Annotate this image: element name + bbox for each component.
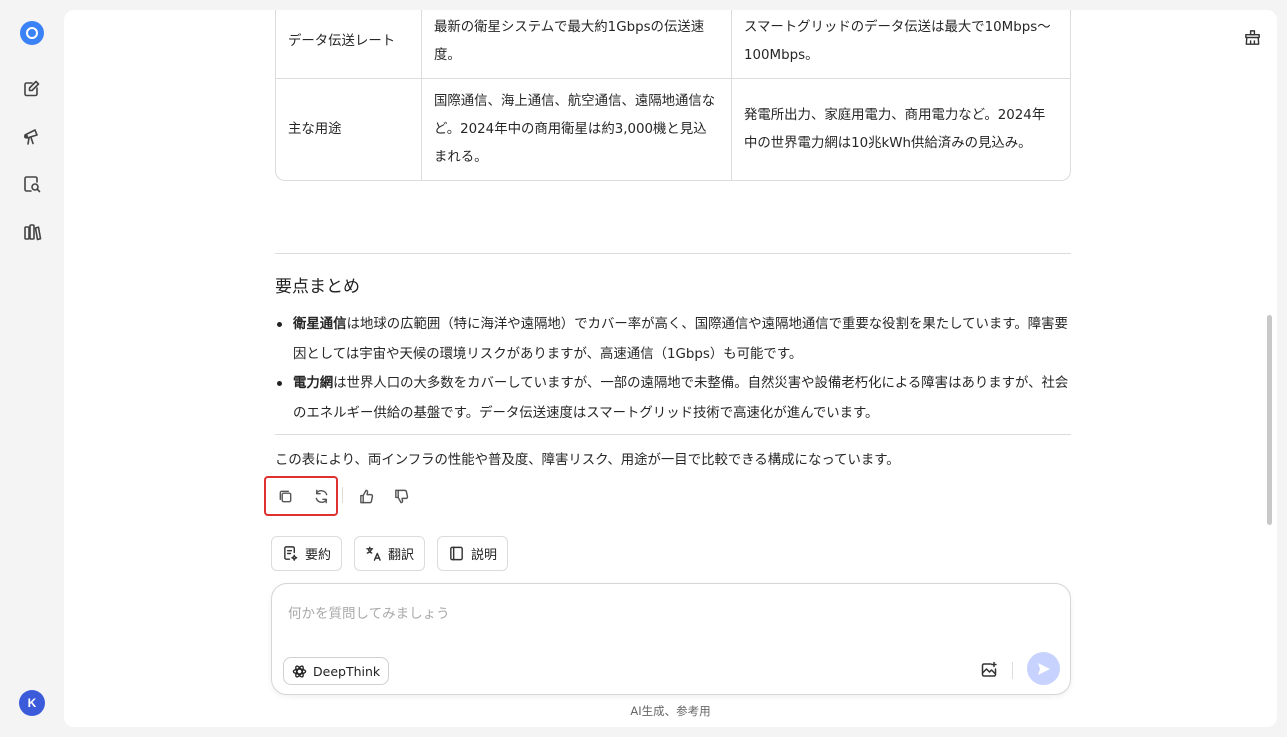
send-icon — [1037, 662, 1050, 675]
table-cell: 発電所出力、家庭用電力、商用電力など。2024年中の世界電力網は10兆kWh供給… — [732, 78, 1070, 180]
point-text: は世界人口の大多数をカバーしていますが、一部の遠隔地で未整備。自然災害や設備老朽… — [293, 376, 1069, 421]
chat-input[interactable] — [288, 602, 1048, 632]
conclusion-text: この表により、両インフラの性能や普及度、障害リスク、用途が一目で比較できる構成に… — [275, 453, 900, 468]
point-title: 衛星通信 — [293, 317, 347, 332]
new-chat-icon[interactable] — [18, 74, 46, 102]
table-cell: データ伝送レート — [276, 10, 422, 78]
deepthink-label: DeepThink — [313, 663, 381, 679]
table-cell: スマートグリッドのデータ伝送は最大で10Mbps～100Mbps。 — [732, 10, 1070, 78]
library-icon[interactable] — [18, 218, 46, 246]
book-icon — [450, 546, 463, 561]
copy-icon[interactable] — [273, 484, 297, 508]
section-heading: 要点まとめ — [275, 277, 360, 297]
summary-list: 衛星通信は地球の広範囲（特に海洋や遠隔地）でカバー率が高く、国際通信や遠隔地通信… — [275, 310, 1071, 428]
summarize-button[interactable]: 要約 — [271, 536, 343, 571]
deepthink-toggle[interactable]: DeepThink — [283, 657, 390, 685]
translate-label: 翻訳 — [388, 548, 415, 563]
list-item: 衛星通信は地球の広範囲（特に海洋や遠隔地）でカバー率が高く、国際通信や遠隔地通信… — [275, 310, 1071, 369]
divider — [1012, 662, 1013, 679]
discover-icon[interactable] — [18, 122, 46, 150]
regenerate-icon[interactable] — [309, 484, 333, 508]
ai-disclaimer: AI生成、参考用 — [630, 704, 711, 718]
explain-label: 説明 — [471, 548, 498, 563]
message-composer: DeepThink — [271, 583, 1071, 695]
list-item: 電力網は世界人口の大多数をカバーしていますが、一部の遠隔地で未整備。自然災害や設… — [275, 369, 1071, 428]
table-row: 主な用途 国際通信、海上通信、航空通信、遠隔地通信など。2024年中の商用衛星は… — [276, 78, 1070, 180]
point-text: は地球の広範囲（特に海洋や遠隔地）でカバー率が高く、国際通信や遠隔地通信で重要な… — [293, 317, 1068, 362]
table-row: データ伝送レート 最新の衛星システムで最大約1Gbpsの伝送速度。 スマートグリ… — [276, 10, 1070, 78]
point-title: 電力網 — [293, 376, 334, 391]
divider — [342, 487, 343, 503]
explain-button[interactable]: 説明 — [437, 536, 509, 571]
search-docs-icon[interactable] — [18, 170, 46, 198]
divider — [275, 253, 1071, 254]
sidebar-rail: K — [0, 0, 64, 737]
clear-chat-icon[interactable] — [1239, 24, 1265, 50]
divider — [275, 434, 1071, 435]
table-cell: 最新の衛星システムで最大約1Gbpsの伝送速度。 — [422, 10, 732, 78]
table-cell: 主な用途 — [276, 78, 422, 180]
table-cell: 国際通信、海上通信、航空通信、遠隔地通信など。2024年中の商用衛星は約3,00… — [422, 78, 732, 180]
image-upload-icon[interactable] — [977, 658, 1001, 682]
summarize-icon — [284, 546, 298, 561]
quick-actions: 要約 翻訳 説明 — [271, 536, 509, 571]
user-avatar[interactable]: K — [19, 690, 45, 716]
scrollbar-thumb[interactable] — [1267, 315, 1272, 525]
translate-icon — [366, 546, 381, 561]
app-logo-icon[interactable] — [18, 19, 46, 47]
chat-panel: データ伝送レート 最新の衛星システムで最大約1Gbpsの伝送速度。 スマートグリ… — [64, 10, 1277, 727]
summarize-label: 要約 — [305, 548, 332, 563]
send-button[interactable] — [1027, 652, 1060, 685]
translate-button[interactable]: 翻訳 — [354, 536, 426, 571]
thumbs-down-icon[interactable] — [389, 484, 413, 508]
atom-icon — [292, 664, 307, 678]
thumbs-up-icon[interactable] — [354, 484, 378, 508]
comparison-table: データ伝送レート 最新の衛星システムで最大約1Gbpsの伝送速度。 スマートグリ… — [275, 10, 1071, 181]
